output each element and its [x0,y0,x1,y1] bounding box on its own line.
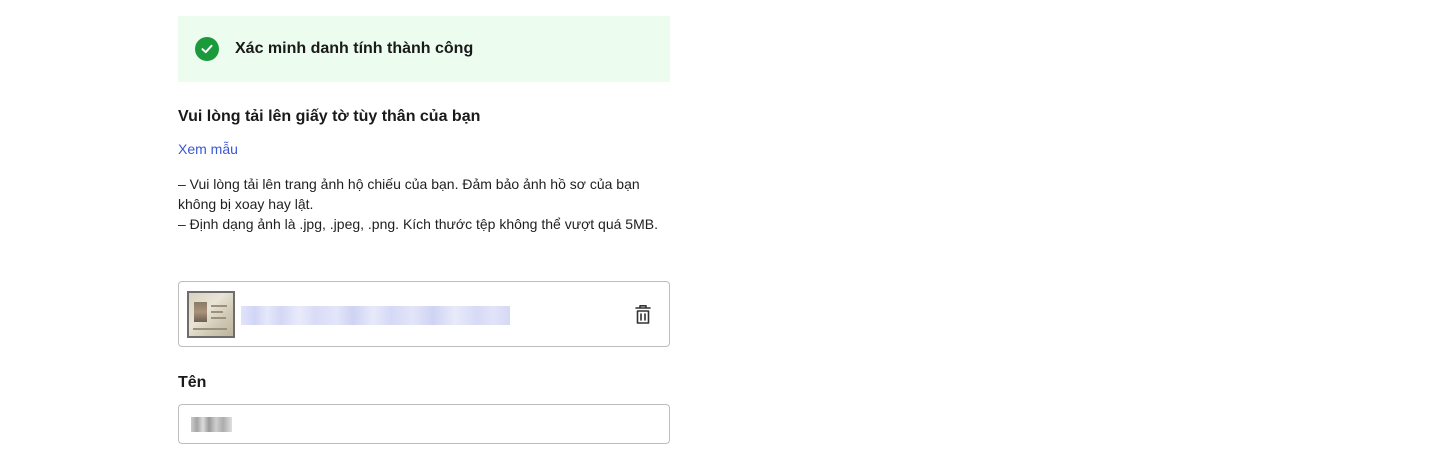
delete-file-button[interactable] [631,302,655,326]
name-value-redacted [191,417,232,432]
instruction-line: – Vui lòng tải lên trang ảnh hộ chiếu củ… [178,176,640,212]
passport-thumbnail[interactable] [187,291,235,338]
upload-heading: Vui lòng tải lên giấy tờ tùy thân của bạ… [178,108,481,125]
check-circle-icon [195,37,219,61]
file-name-redacted [241,306,510,325]
name-input[interactable] [178,404,670,444]
success-message: Xác minh danh tính thành công [235,40,474,57]
trash-icon [635,305,651,324]
upload-instructions: – Vui lòng tải lên trang ảnh hộ chiếu củ… [178,174,673,234]
instruction-line: – Định dạng ảnh là .jpg, .jpeg, .png. Kí… [178,216,658,232]
name-field-label: Tên [178,374,207,391]
view-sample-link[interactable]: Xem mẫu [178,141,238,157]
uploaded-file-item [178,281,670,347]
success-banner: Xác minh danh tính thành công [178,16,670,82]
